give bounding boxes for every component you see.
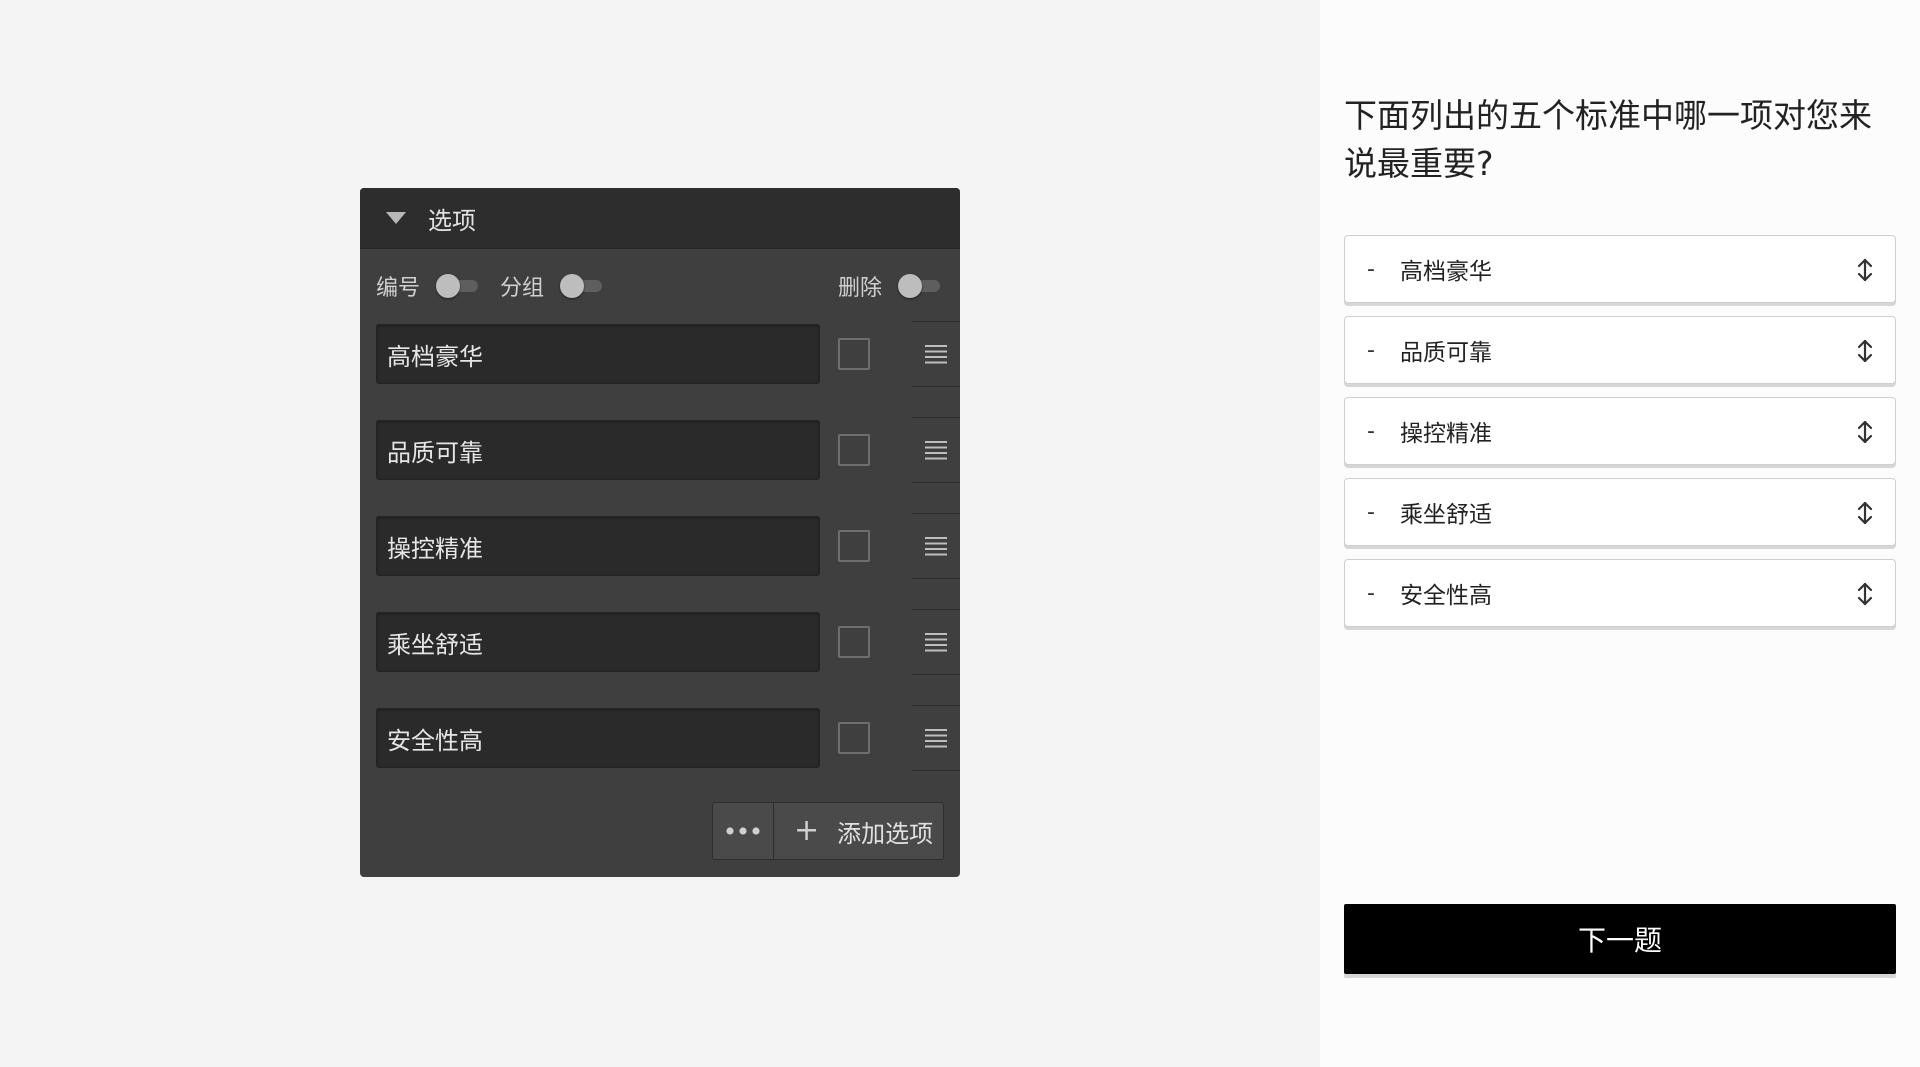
option-row [376,321,960,387]
sort-arrows-icon[interactable] [1857,501,1873,529]
option-text-input[interactable] [376,708,820,768]
delete-toggle[interactable] [898,274,940,298]
choice-dash: - [1367,337,1375,363]
option-checkbox[interactable] [838,722,870,754]
choice-dash: - [1367,256,1375,282]
drag-handle-icon[interactable] [912,321,960,387]
add-option-button[interactable]: + 添加选项 [774,803,943,859]
choice-label: 安全性高 [1400,583,1492,609]
numbering-toggle[interactable] [436,274,479,298]
caret-down-icon[interactable] [386,212,406,224]
add-option-toolbar: + 添加选项 [712,802,944,860]
choice-dash: - [1367,418,1375,444]
ellipsis-icon[interactable] [713,803,774,859]
option-row [376,705,960,771]
survey-preview-panel: 下面列出的五个标准中哪一项对您来说最重要? - 高档豪华 - 品质可靠 - 操控… [1320,0,1920,1067]
choice-dash: - [1367,580,1375,606]
options-toggle-row: 编号 分组 删除 [376,264,944,308]
choice-dash: - [1367,499,1375,525]
drag-handle-icon[interactable] [912,417,960,483]
option-checkbox[interactable] [838,434,870,466]
ranking-choice-item[interactable]: - 安全性高 [1344,559,1896,627]
option-text-input[interactable] [376,612,820,672]
toggle-knob [436,274,461,298]
add-option-label: 添加选项 [837,819,934,848]
option-row [376,513,960,579]
grouping-toggle[interactable] [560,274,603,298]
ranking-choice-item[interactable]: - 乘坐舒适 [1344,478,1896,546]
choice-label: 操控精准 [1400,421,1492,447]
ranking-choice-item[interactable]: - 操控精准 [1344,397,1896,465]
sort-arrows-icon[interactable] [1857,420,1873,448]
next-question-button[interactable]: 下一题 [1344,904,1896,974]
options-panel-title: 选项 [428,206,476,235]
option-checkbox[interactable] [838,530,870,562]
question-text: 下面列出的五个标准中哪一项对您来说最重要? [1344,96,1872,183]
drag-handle-icon[interactable] [912,513,960,579]
grouping-label: 分组 [500,276,545,301]
choice-label: 品质可靠 [1400,340,1492,366]
plus-icon: + [794,813,820,848]
toggle-knob [560,274,585,298]
ranking-choice-item[interactable]: - 高档豪华 [1344,235,1896,303]
option-checkbox[interactable] [838,338,870,370]
drag-handle-icon[interactable] [912,609,960,675]
option-checkbox[interactable] [838,626,870,658]
option-text-input[interactable] [376,516,820,576]
toggle-knob [898,274,922,298]
options-panel-header: 选项 [360,188,960,249]
option-text-input[interactable] [376,420,820,480]
option-row [376,609,960,675]
choice-label: 乘坐舒适 [1400,502,1492,528]
option-text-input[interactable] [376,324,820,384]
delete-label: 删除 [837,276,882,301]
drag-handle-icon[interactable] [912,705,960,771]
choice-label: 高档豪华 [1400,259,1492,285]
sort-arrows-icon[interactable] [1857,582,1873,610]
numbering-label: 编号 [376,276,421,301]
option-row [376,417,960,483]
sort-arrows-icon[interactable] [1857,339,1873,367]
options-editor-panel: 选项 编号 分组 删除 高档豪华 品质可靠 操控精准 乘坐舒适 安全性高 + 添… [360,188,960,877]
ranking-choice-item[interactable]: - 品质可靠 [1344,316,1896,384]
sort-arrows-icon[interactable] [1857,258,1873,286]
